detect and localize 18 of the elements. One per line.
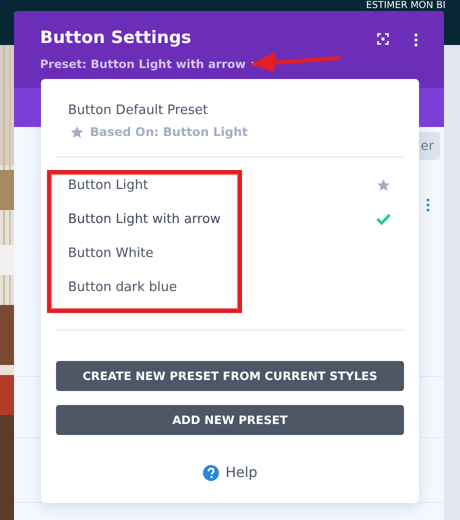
help-icon <box>202 465 219 481</box>
panel-title: Button Settings <box>40 28 192 48</box>
nav-link[interactable]: ESTIMER MON BI <box>366 0 446 11</box>
more-icon[interactable] <box>426 198 430 212</box>
check-icon <box>376 212 391 226</box>
menu-item[interactable]: Button Light with arrow <box>56 202 404 236</box>
menu-item[interactable]: Button Light <box>56 168 404 202</box>
fullscreen-icon[interactable] <box>377 33 389 45</box>
more-icon[interactable] <box>414 33 418 47</box>
star-icon <box>376 178 391 192</box>
menu-item[interactable]: Button dark blue <box>56 270 404 304</box>
menu-item[interactable]: Button Default Preset <box>68 101 404 121</box>
based-on-label: Based On: Button Light <box>90 125 248 139</box>
help-link[interactable]: Help <box>202 465 258 481</box>
action-button[interactable]: CREATE NEW PRESET FROM CURRENT STYLES <box>56 361 404 391</box>
menu-item[interactable]: Button White <box>56 236 404 270</box>
action-button[interactable]: ADD NEW PRESET <box>56 405 404 435</box>
star-icon <box>70 125 84 139</box>
